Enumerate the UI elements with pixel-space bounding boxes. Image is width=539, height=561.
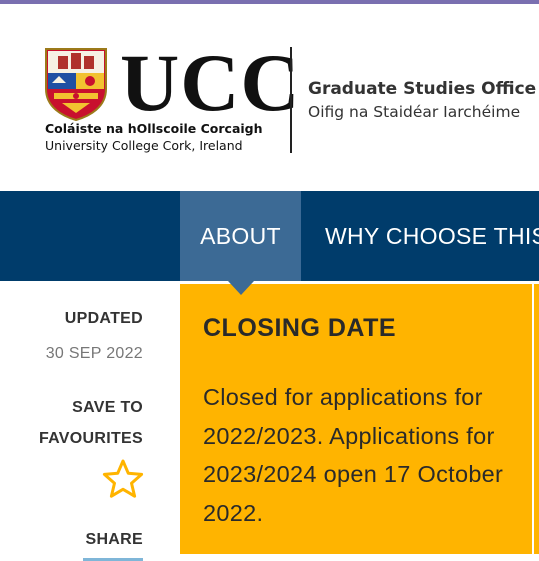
adjacent-card-edge <box>534 284 539 554</box>
header-divider <box>290 47 292 153</box>
closing-date-title: CLOSING DATE <box>203 314 397 342</box>
save-to-favourites-label-line2: FAVOURITES <box>38 430 143 447</box>
office-irish-title: Oifig na Staidéar Iarchéime <box>308 103 521 121</box>
tab-why-choose-this[interactable]: WHY CHOOSE THIS <box>325 191 539 281</box>
ucc-irish-name: Coláiste na hOllscoile Corcaigh <box>45 121 263 136</box>
share-button[interactable]: SHARE <box>85 531 143 549</box>
tab-about[interactable]: ABOUT <box>180 191 301 281</box>
closing-date-card: CLOSING DATE Closed for applications for… <box>180 284 532 554</box>
save-to-favourites-label-line1: SAVE TO <box>72 399 143 416</box>
office-title[interactable]: Graduate Studies Office <box>308 79 536 99</box>
ucc-logo-wordmark[interactable]: UCC <box>120 38 301 128</box>
updated-label: UPDATED <box>64 310 143 327</box>
closing-date-text: Closed for applications for 2022/2023. A… <box>203 384 504 526</box>
course-sidebar: UPDATED 30 SEP 2022 SAVE TO FAVOURITES S… <box>0 281 165 561</box>
ucc-english-name: University College Cork, Ireland <box>45 138 243 153</box>
updated-date: 30 SEP 2022 <box>45 345 143 362</box>
section-nav: ABOUT WHY CHOOSE THIS <box>0 191 539 281</box>
ucc-crest-logo[interactable] <box>44 47 108 121</box>
active-tab-pointer <box>228 281 254 295</box>
star-icon[interactable] <box>102 459 144 499</box>
site-header: UCC Coláiste na hOllscoile Corcaigh Univ… <box>0 4 539 191</box>
